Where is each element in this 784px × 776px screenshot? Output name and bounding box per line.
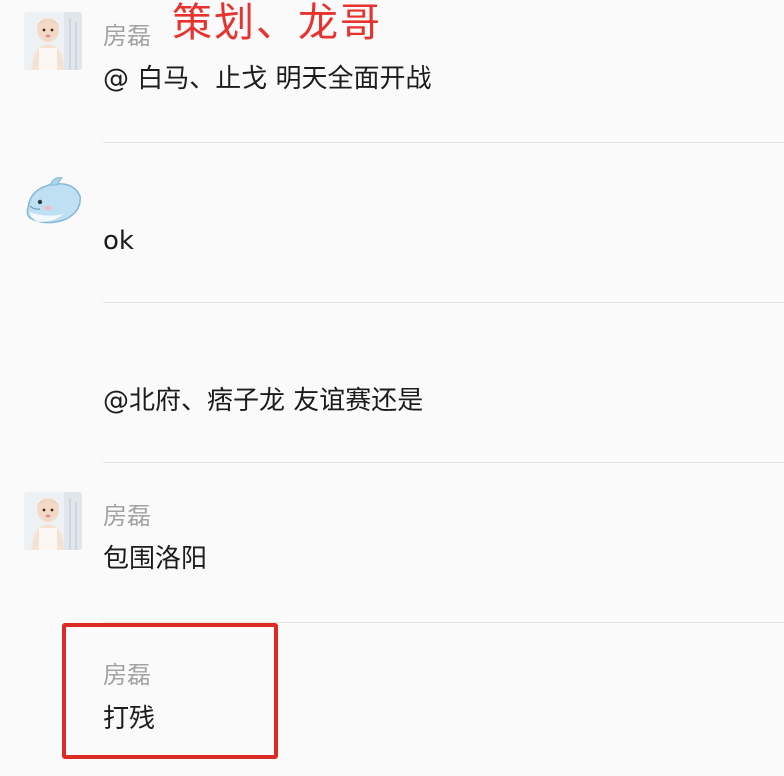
- message-text: @北府、痞子龙 友谊赛还是: [103, 386, 424, 416]
- message-divider: [103, 142, 784, 143]
- sender-name: 房磊: [103, 22, 151, 50]
- annotation-label: 策划、龙哥: [172, 0, 382, 46]
- message-divider: [103, 302, 784, 303]
- chat-message-list: 房磊 策划、龙哥 @ 白马、止戈 明天全面开战 ok @北府、痞子龙 友谊赛还是: [0, 0, 784, 776]
- message-text: ok: [103, 226, 134, 256]
- baby-photo-icon[interactable]: [24, 12, 82, 70]
- message-text: @ 白马、止戈 明天全面开战: [103, 64, 432, 94]
- dolphin-icon[interactable]: [24, 172, 82, 228]
- sender-name: 房磊: [103, 502, 151, 530]
- message-divider: [103, 462, 784, 463]
- message-text: 包围洛阳: [103, 544, 208, 574]
- baby-photo-icon[interactable]: [24, 492, 82, 550]
- highlight-box: [62, 623, 278, 759]
